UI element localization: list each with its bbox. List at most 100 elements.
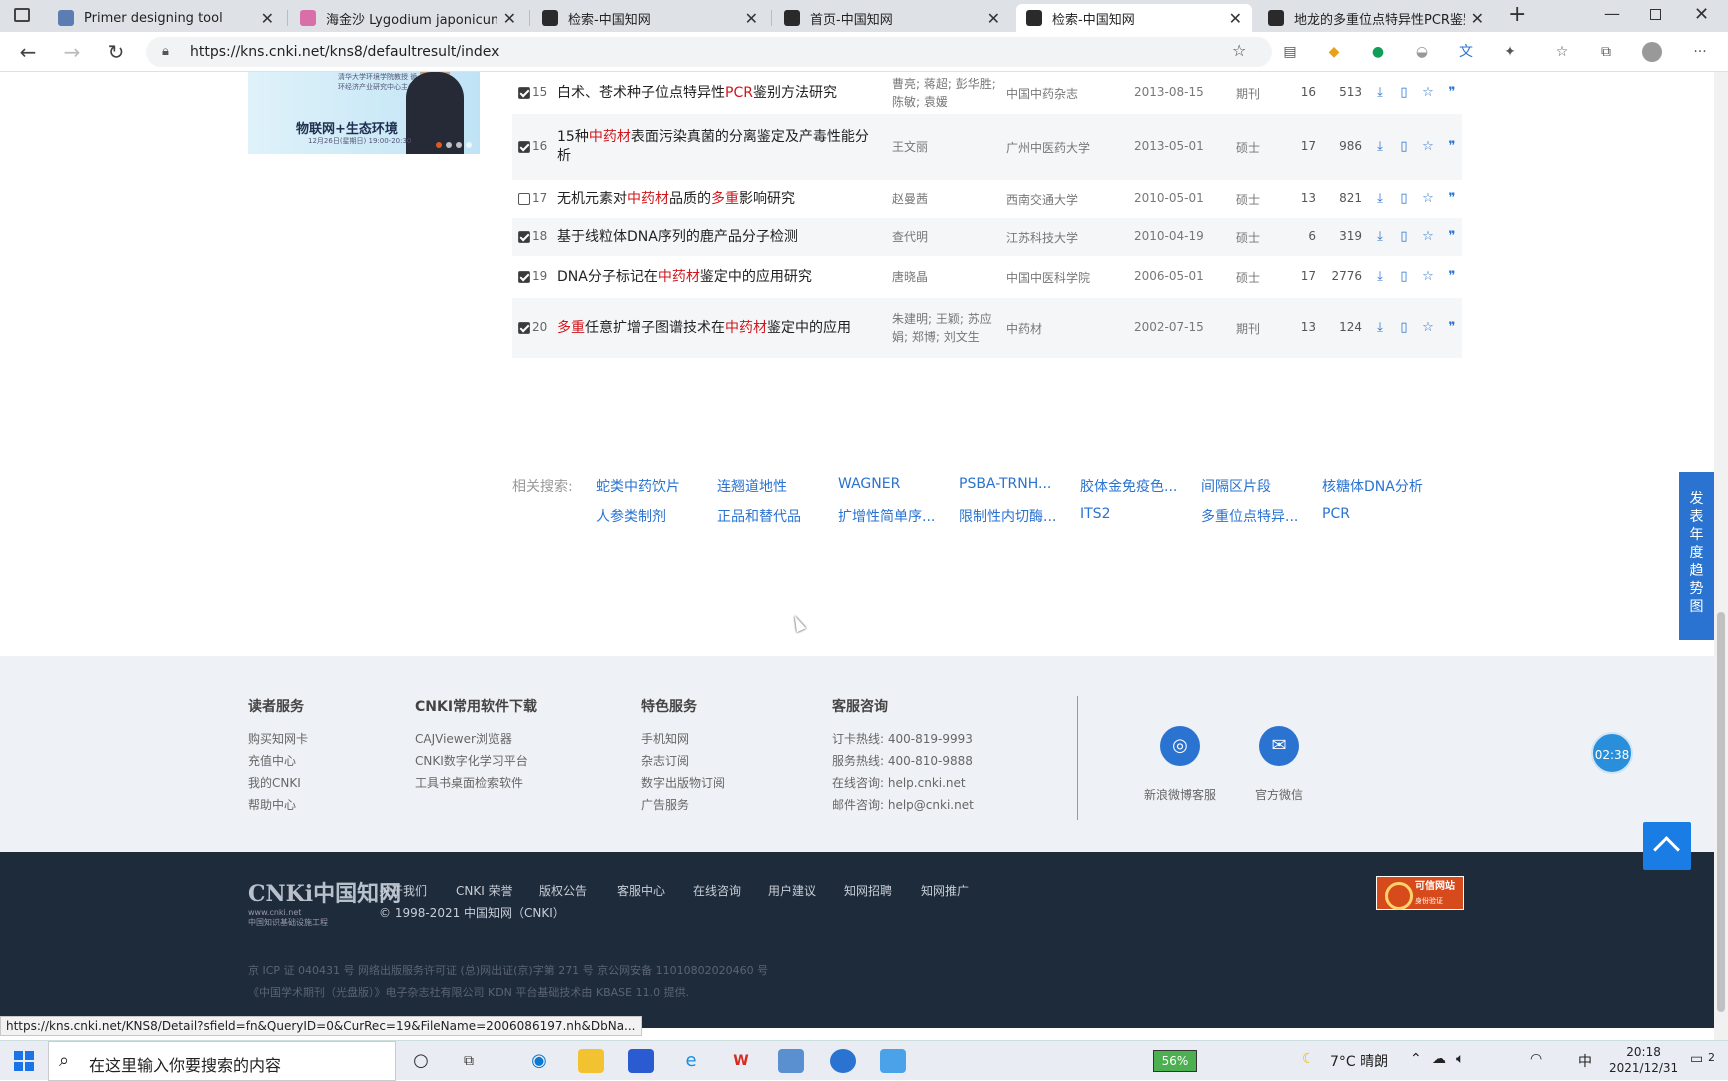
footer-link[interactable]: 在线咨询: help.cnki.net [832, 772, 974, 794]
extensions-icon[interactable]: ✦ [1500, 42, 1520, 62]
edge-taskbar-icon[interactable]: ◉ [526, 1049, 552, 1073]
ad-banner[interactable]: 清华大学环境学院教授 循环经济产业研究中心主任 物联网+生态环境 12月26日(… [248, 72, 480, 154]
app-icon-6[interactable] [778, 1049, 804, 1073]
translate-icon[interactable]: 文 [1456, 42, 1476, 62]
carousel-dot[interactable] [466, 142, 472, 148]
result-source[interactable]: 中药材 [1006, 320, 1042, 337]
volume-icon[interactable]: 🔈︎ [1456, 1051, 1464, 1067]
related-search-link[interactable]: 蛇类中药饮片 [596, 476, 680, 496]
download-icon[interactable]: ⤓ [1372, 269, 1388, 285]
footer-bottom-link[interactable]: 在线咨询 [693, 882, 741, 899]
wps-icon[interactable]: W [728, 1049, 754, 1073]
footer-bottom-link[interactable]: 知网推广 [921, 882, 969, 899]
weather-text[interactable]: 7°C 晴朗 [1330, 1051, 1388, 1071]
related-search-link[interactable]: PSBA-TRNH... [959, 476, 1051, 492]
annual-trend-button[interactable]: 发表年度趋势图 [1679, 472, 1714, 640]
url-field[interactable]: 🔒︎ https://kns.cnki.net/kns8/defaultresu… [146, 37, 1272, 67]
result-title-link[interactable]: DNA分子标记在中药材鉴定中的应用研究 [557, 268, 877, 287]
carousel-dot[interactable] [446, 142, 452, 148]
related-search-link[interactable]: 人参类制剂 [596, 506, 666, 526]
browser-tab[interactable]: 检索-中国知网 ✕ [532, 4, 768, 32]
read-online-icon[interactable]: ▯ [1396, 85, 1412, 101]
maximize-button[interactable] [1650, 9, 1661, 20]
windows-start-icon[interactable] [14, 1051, 34, 1071]
add-favorite-icon[interactable]: ☆ [1232, 41, 1246, 60]
footer-bottom-link[interactable]: 知网招聘 [844, 882, 892, 899]
footer-link[interactable]: 充值中心 [248, 750, 308, 772]
result-authors[interactable]: 唐晓晶 [892, 268, 997, 286]
tray-overflow-icon[interactable]: ⌃ [1410, 1051, 1422, 1067]
footer-bottom-link[interactable]: 版权公告 [539, 882, 587, 899]
related-search-link[interactable]: PCR [1322, 506, 1350, 522]
cite-icon[interactable]: ❞ [1444, 269, 1460, 285]
footer-link[interactable]: CNKI数字化学习平台 [415, 750, 537, 772]
minimize-button[interactable]: — [1604, 4, 1620, 23]
ie-icon[interactable]: e [678, 1049, 704, 1073]
result-citations[interactable]: 17 [1296, 139, 1316, 153]
profile-avatar[interactable] [1642, 42, 1662, 62]
store-icon[interactable] [628, 1049, 654, 1073]
footer-bottom-link[interactable]: 用户建议 [768, 882, 816, 899]
download-icon[interactable]: ⤓ [1372, 191, 1388, 207]
result-source[interactable]: 广州中医药大学 [1006, 139, 1090, 156]
battery-indicator[interactable]: 56% [1153, 1050, 1197, 1072]
cite-icon[interactable]: ❞ [1444, 85, 1460, 101]
file-explorer-icon[interactable] [578, 1049, 604, 1073]
close-tab-icon[interactable]: ✕ [1229, 9, 1242, 28]
close-window-button[interactable]: ✕ [1694, 4, 1709, 25]
result-title-link[interactable]: 基于线粒体DNA序列的鹿产品分子检测 [557, 228, 877, 247]
result-citations[interactable]: 13 [1296, 320, 1316, 334]
result-source[interactable]: 中国中医科学院 [1006, 269, 1090, 286]
browser-tab[interactable]: 地龙的多重位点特异性PCR鉴别 ✕ [1258, 4, 1494, 32]
browser-tab[interactable]: 首页-中国知网 ✕ [774, 4, 1010, 32]
download-icon[interactable]: ⤓ [1372, 85, 1388, 101]
result-source[interactable]: 江苏科技大学 [1006, 229, 1078, 246]
result-checkbox[interactable] [518, 141, 530, 153]
favorite-icon[interactable]: ☆ [1420, 85, 1436, 101]
related-search-link[interactable]: 间隔区片段 [1201, 476, 1271, 496]
wifi-icon[interactable]: ◠ [1530, 1051, 1542, 1067]
footer-link[interactable]: 服务热线: 400-810-9888 [832, 750, 974, 772]
close-tab-icon[interactable]: ✕ [745, 9, 758, 28]
system-clock[interactable]: 20:18 2021/12/31 [1609, 1044, 1678, 1076]
result-source[interactable]: 中国中药杂志 [1006, 85, 1078, 102]
footer-link[interactable]: 购买知网卡 [248, 728, 308, 750]
result-title-link[interactable]: 白术、苍术种子位点特异性PCR鉴别方法研究 [557, 84, 877, 103]
tab-actions-icon[interactable] [14, 8, 30, 22]
read-online-icon[interactable]: ▯ [1396, 269, 1412, 285]
related-search-link[interactable]: 限制性内切酶... [959, 506, 1056, 526]
cite-icon[interactable]: ❞ [1444, 139, 1460, 155]
related-search-link[interactable]: ITS2 [1080, 506, 1110, 522]
ime-indicator[interactable]: 中 [1578, 1051, 1592, 1071]
cortana-icon[interactable]: ○ [408, 1049, 434, 1073]
browser-tab[interactable]: 海金沙 Lygodium japonicum|iPla ✕ [290, 4, 526, 32]
network-icon[interactable]: ☁ [1432, 1051, 1446, 1067]
result-checkbox[interactable] [518, 322, 530, 334]
footer-bottom-link[interactable]: CNKI 荣誉 [456, 882, 513, 899]
footer-link[interactable]: 我的CNKI [248, 772, 308, 794]
download-icon[interactable]: ⤓ [1372, 229, 1388, 245]
cite-icon[interactable]: ❞ [1444, 229, 1460, 245]
scrollbar-thumb[interactable] [1717, 612, 1725, 1012]
download-icon[interactable]: ⤓ [1372, 320, 1388, 336]
close-tab-icon[interactable]: ✕ [987, 9, 1000, 28]
result-authors[interactable]: 赵曼茜 [892, 190, 997, 208]
cite-icon[interactable]: ❞ [1444, 320, 1460, 336]
download-icon[interactable]: ⤓ [1372, 139, 1388, 155]
result-title-link[interactable]: 无机元素对中药材品质的多重影响研究 [557, 190, 877, 209]
result-citations[interactable]: 6 [1296, 229, 1316, 243]
weibo-icon[interactable]: ◎ [1160, 726, 1200, 766]
favorite-icon[interactable]: ☆ [1420, 191, 1436, 207]
read-online-icon[interactable]: ▯ [1396, 229, 1412, 245]
related-search-link[interactable]: 多重位点特异... [1201, 506, 1298, 526]
result-citations[interactable]: 13 [1296, 191, 1316, 205]
result-authors[interactable]: 查代明 [892, 228, 997, 246]
result-authors[interactable]: 曹亮; 蒋超; 彭华胜; 陈敏; 袁媛 [892, 75, 997, 111]
reading-view-icon[interactable]: ▤ [1280, 42, 1300, 62]
result-title-link[interactable]: 多重任意扩增子图谱技术在中药材鉴定中的应用 [557, 319, 877, 338]
wechat-icon[interactable]: ✉ [1259, 726, 1299, 766]
browser-tab[interactable]: Primer designing tool ✕ [48, 4, 284, 32]
footer-link[interactable]: 杂志订阅 [641, 750, 725, 772]
extension-icon-3[interactable]: ◒ [1412, 42, 1432, 62]
read-online-icon[interactable]: ▯ [1396, 320, 1412, 336]
